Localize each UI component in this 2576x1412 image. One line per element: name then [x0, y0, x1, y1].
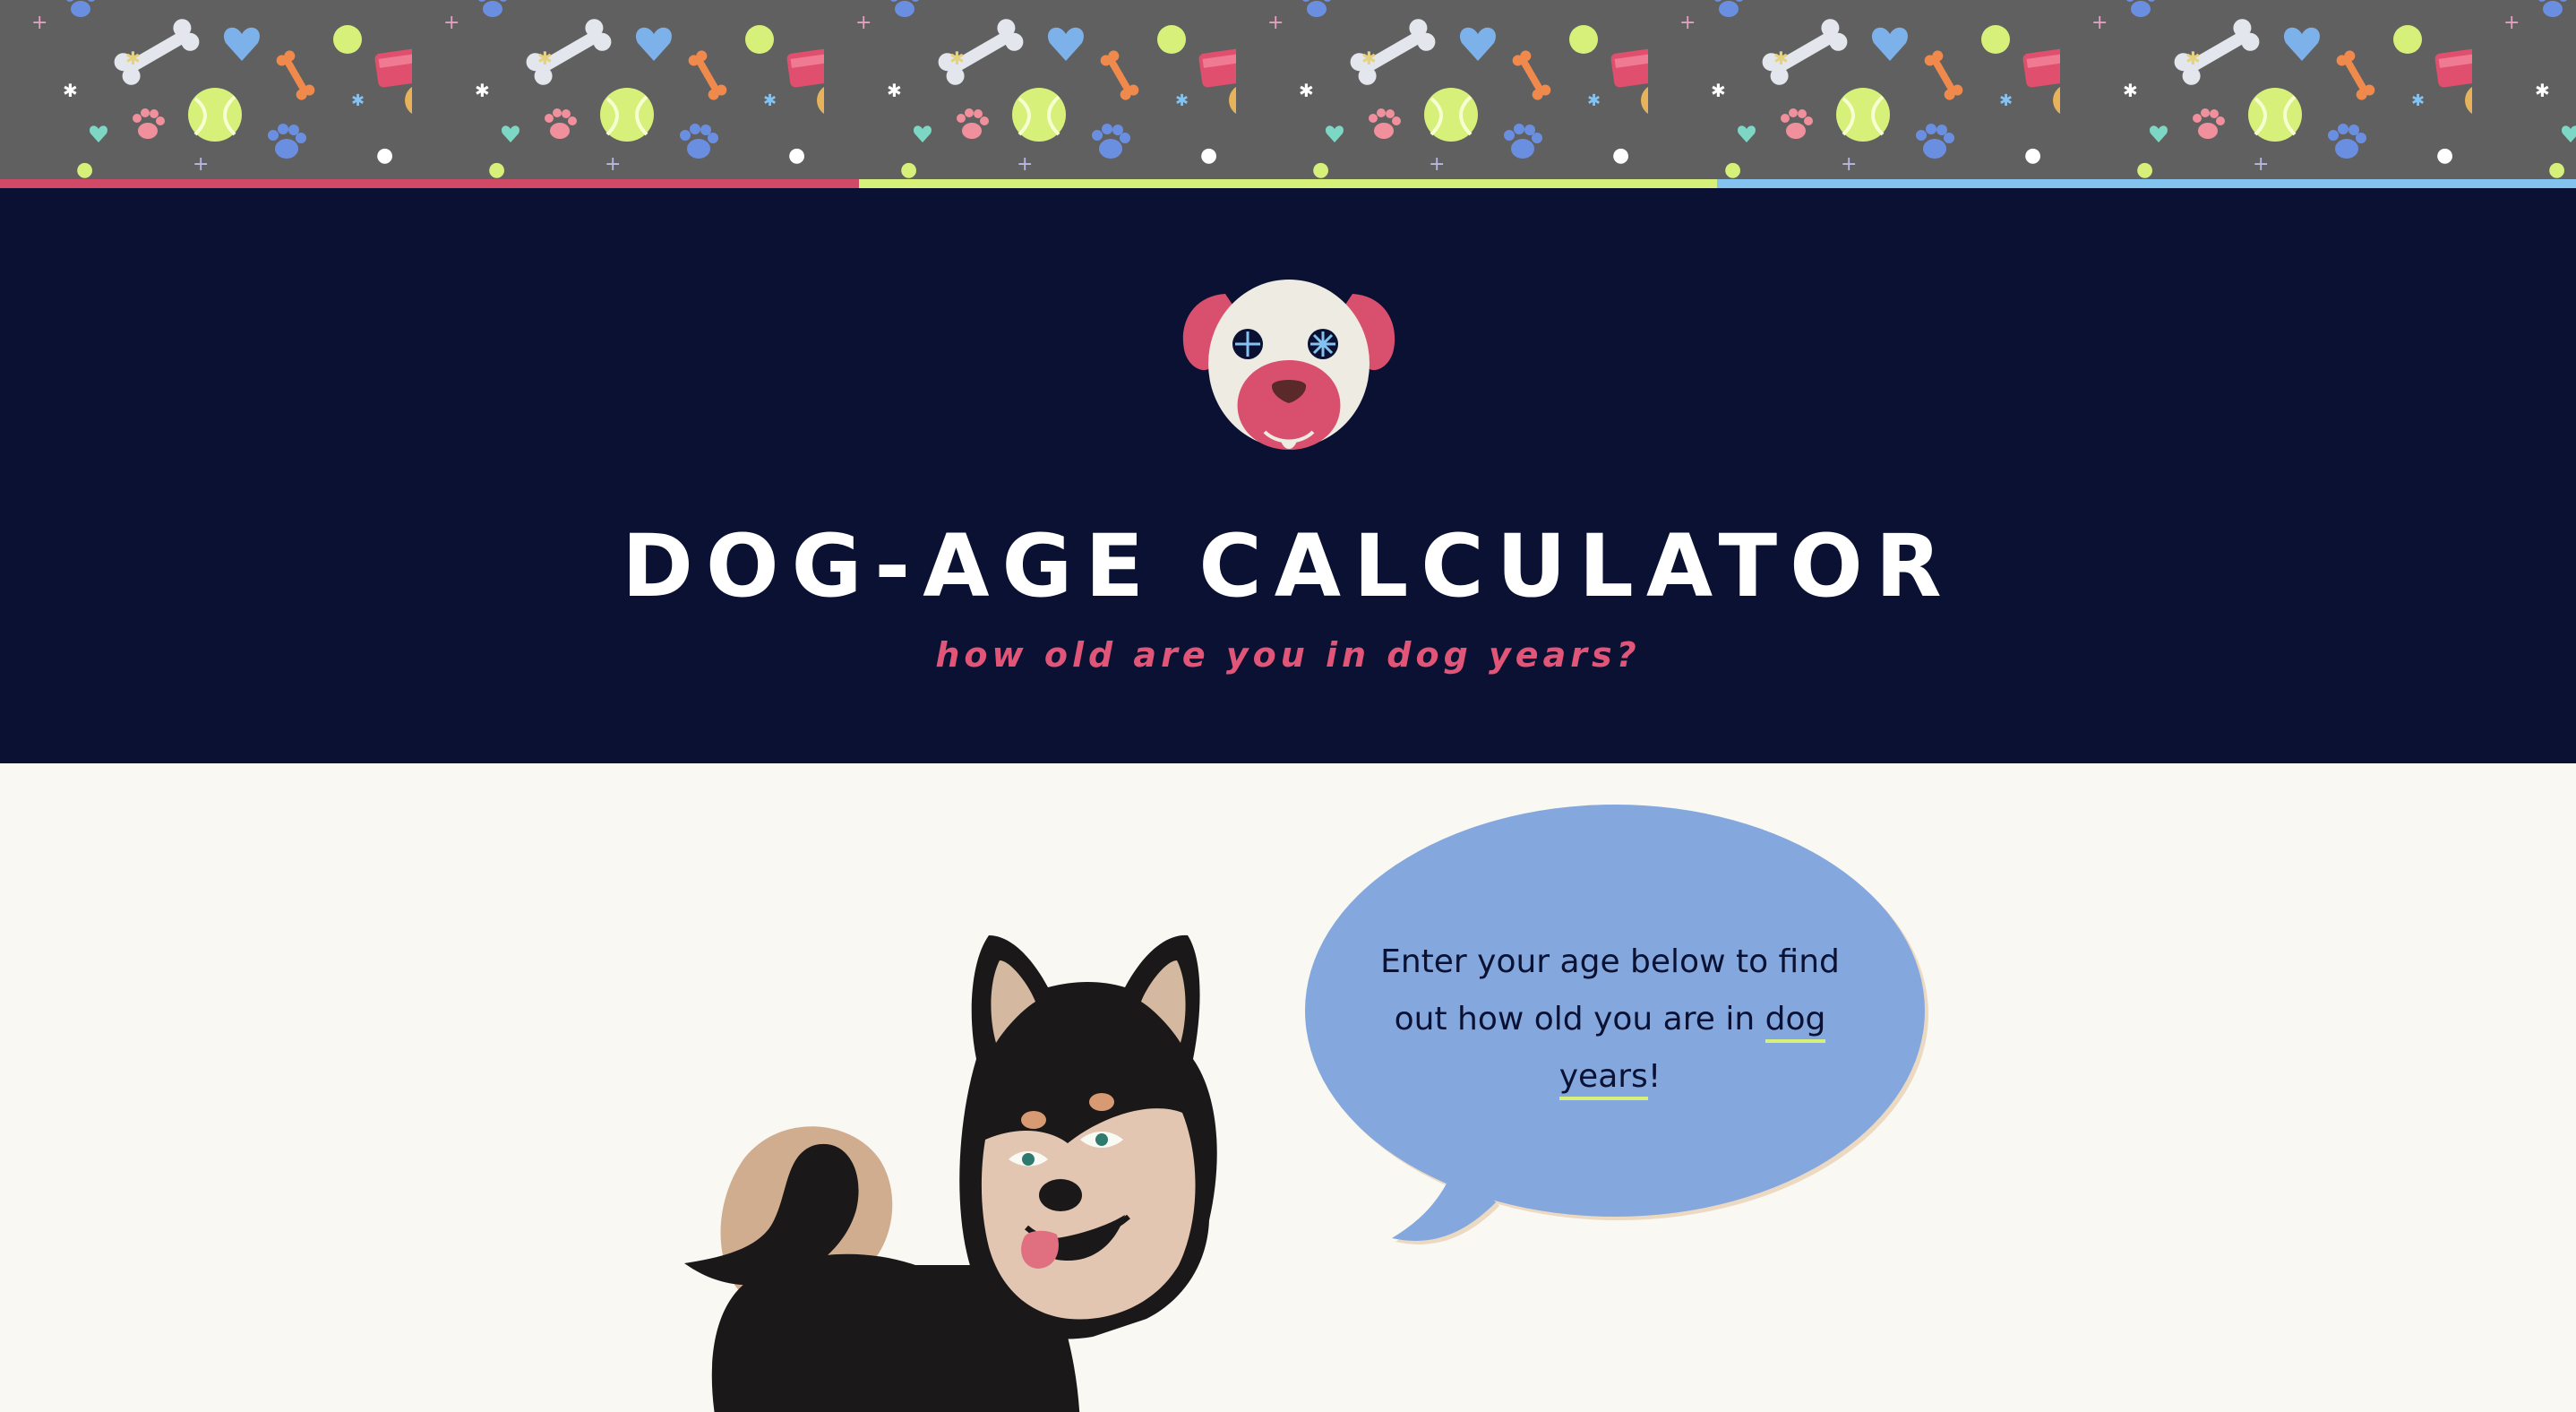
page-title: DOG-AGE CALCULATOR	[622, 516, 1954, 616]
speech-bubble-text: Enter your age below to find out how old…	[1370, 934, 1850, 1106]
pug-face-icon	[1182, 280, 1395, 450]
content-section: Enter your age below to find out how old…	[0, 763, 2576, 1412]
pattern-banner: ✱ ✱ + ✱ + ● ●	[0, 0, 2576, 179]
shiba-inu-icon	[684, 934, 1217, 1412]
page-subtitle: how old are you in dog years?	[935, 635, 1641, 675]
stripe-lime	[858, 179, 1718, 188]
stripe-blue	[1717, 179, 2576, 188]
hero-section: DOG-AGE CALCULATOR how old are you in do…	[0, 188, 2576, 763]
bubble-text-end: !	[1647, 1058, 1662, 1095]
stripe-pink	[0, 179, 859, 188]
color-stripe-bar	[0, 179, 2576, 188]
